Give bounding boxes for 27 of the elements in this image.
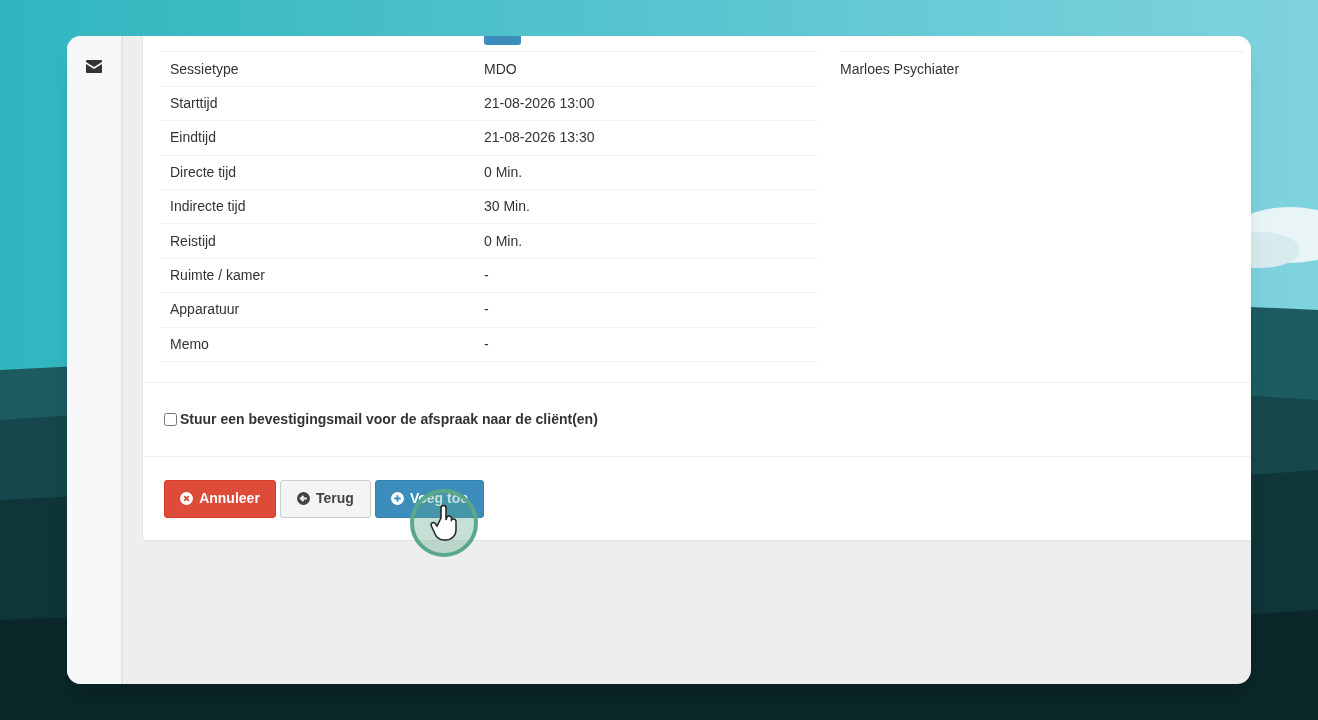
close-circle-icon xyxy=(180,492,194,506)
field-label: Indirecte tijd xyxy=(170,197,247,217)
field-value: 21-08-2026 13:30 xyxy=(484,128,595,148)
plus-circle-icon xyxy=(390,492,404,506)
field-label: Eindtijd xyxy=(170,128,217,148)
checkbox-label[interactable]: Stuur een bevestigingsmail voor de afspraak naar de cliënt(en) xyxy=(180,408,598,430)
field-value: 21-08-2026 13:00 xyxy=(484,93,595,113)
confirmation-checkbox[interactable] xyxy=(164,412,177,426)
mail-icon[interactable] xyxy=(86,60,102,73)
field-value: - xyxy=(484,265,489,285)
field-value: - xyxy=(484,334,489,354)
field-value: - xyxy=(484,300,489,320)
field-value: MDO xyxy=(484,59,517,79)
field-value: 30 Min. xyxy=(484,197,530,217)
field-label: Starttijd xyxy=(170,93,219,113)
field-value: 0 Min. xyxy=(484,231,523,251)
participant-name: Marloes Psychiater xyxy=(840,60,960,80)
field-label: Sessietype xyxy=(170,59,240,79)
field-label: Memo xyxy=(170,334,210,354)
cancel-button[interactable]: Annuleer xyxy=(164,479,276,518)
field-label: Directe tijd xyxy=(170,162,238,182)
back-button[interactable]: Terug xyxy=(280,479,371,518)
arrow-left-circle-icon xyxy=(297,492,311,506)
field-label: Reistijd xyxy=(170,231,217,251)
field-label: Apparatuur xyxy=(170,300,241,320)
field-label: Ruimte / kamer xyxy=(170,265,266,285)
field-value: 0 Min. xyxy=(484,162,523,182)
